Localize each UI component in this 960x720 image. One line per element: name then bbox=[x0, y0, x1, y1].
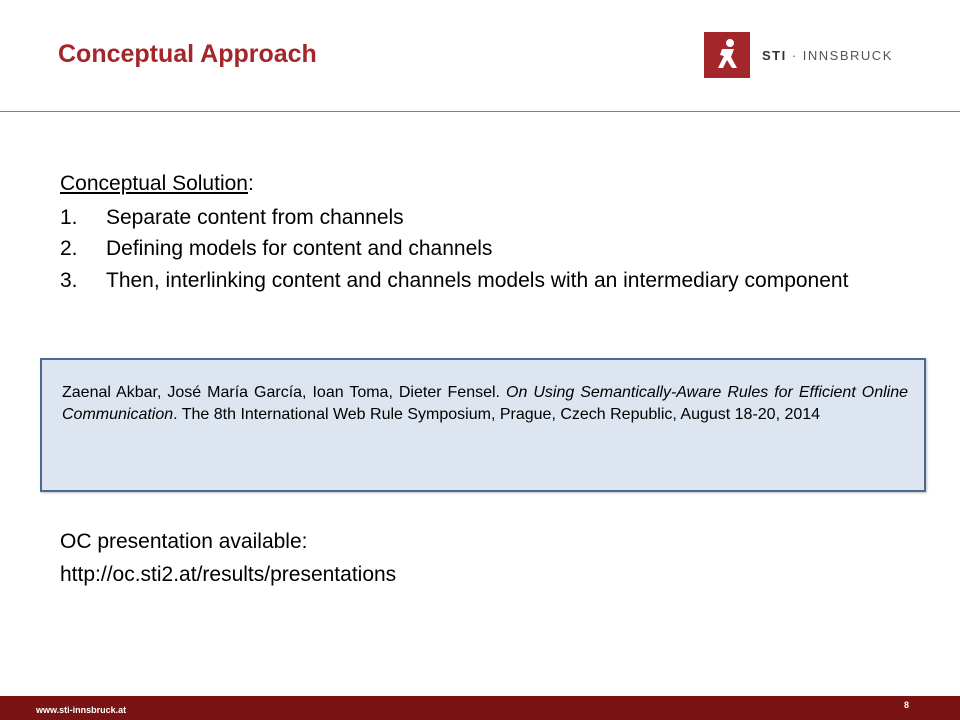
slide-title: Conceptual Approach bbox=[58, 40, 317, 68]
sti-person-icon bbox=[704, 32, 750, 78]
title-divider bbox=[0, 111, 960, 112]
section-heading-colon: : bbox=[247, 172, 254, 195]
list-item-text: Then, interlinking content and channels … bbox=[106, 269, 849, 293]
section-heading-text: Conceptual Solution bbox=[60, 172, 248, 195]
logo-suffix: INNSBRUCK bbox=[802, 47, 893, 63]
list-item-number: 1. bbox=[60, 205, 78, 229]
list-item-text: Defining models for content and channels bbox=[106, 237, 493, 261]
list-item: 1. Separate content from channels bbox=[60, 202, 880, 232]
slide-body: Conceptual Solution: 1. Separate content… bbox=[60, 168, 880, 297]
logo-text: STI · INNSBRUCK bbox=[762, 48, 893, 63]
steps-list: 1. Separate content from channels 2. Def… bbox=[60, 202, 880, 296]
footer-url-link[interactable]: www.sti-innsbruck.at bbox=[36, 705, 126, 715]
reference-venue: . The 8th International Web Rule Symposi… bbox=[173, 406, 821, 424]
footer-bar: www.sti-innsbruck.at 8 bbox=[0, 696, 960, 720]
reference-citation: Zaenal Akbar, José María García, Ioan To… bbox=[62, 382, 908, 427]
list-item-number: 3. bbox=[60, 269, 78, 293]
list-item-number: 2. bbox=[60, 237, 78, 261]
oc-presentation: OC presentation available: http://oc.sti… bbox=[60, 526, 396, 591]
reference-authors: Zaenal Akbar, José María García, Ioan To… bbox=[62, 384, 501, 401]
list-item: 3. Then, interlinking content and channe… bbox=[60, 265, 880, 295]
logo-brand: STI bbox=[762, 47, 787, 63]
oc-url-link[interactable]: http://oc.sti2.at/results/presentations bbox=[60, 559, 396, 592]
reference-box: Zaenal Akbar, José María García, Ioan To… bbox=[40, 358, 926, 492]
logo-separator: · bbox=[786, 47, 803, 63]
page-number: 8 bbox=[904, 700, 910, 710]
list-item-text: Separate content from channels bbox=[106, 205, 404, 229]
oc-label: OC presentation available: bbox=[60, 530, 308, 553]
section-heading: Conceptual Solution: bbox=[60, 168, 880, 200]
list-item: 2. Defining models for content and chann… bbox=[60, 233, 880, 263]
sti-innsbruck-logo: STI · INNSBRUCK bbox=[704, 32, 893, 78]
